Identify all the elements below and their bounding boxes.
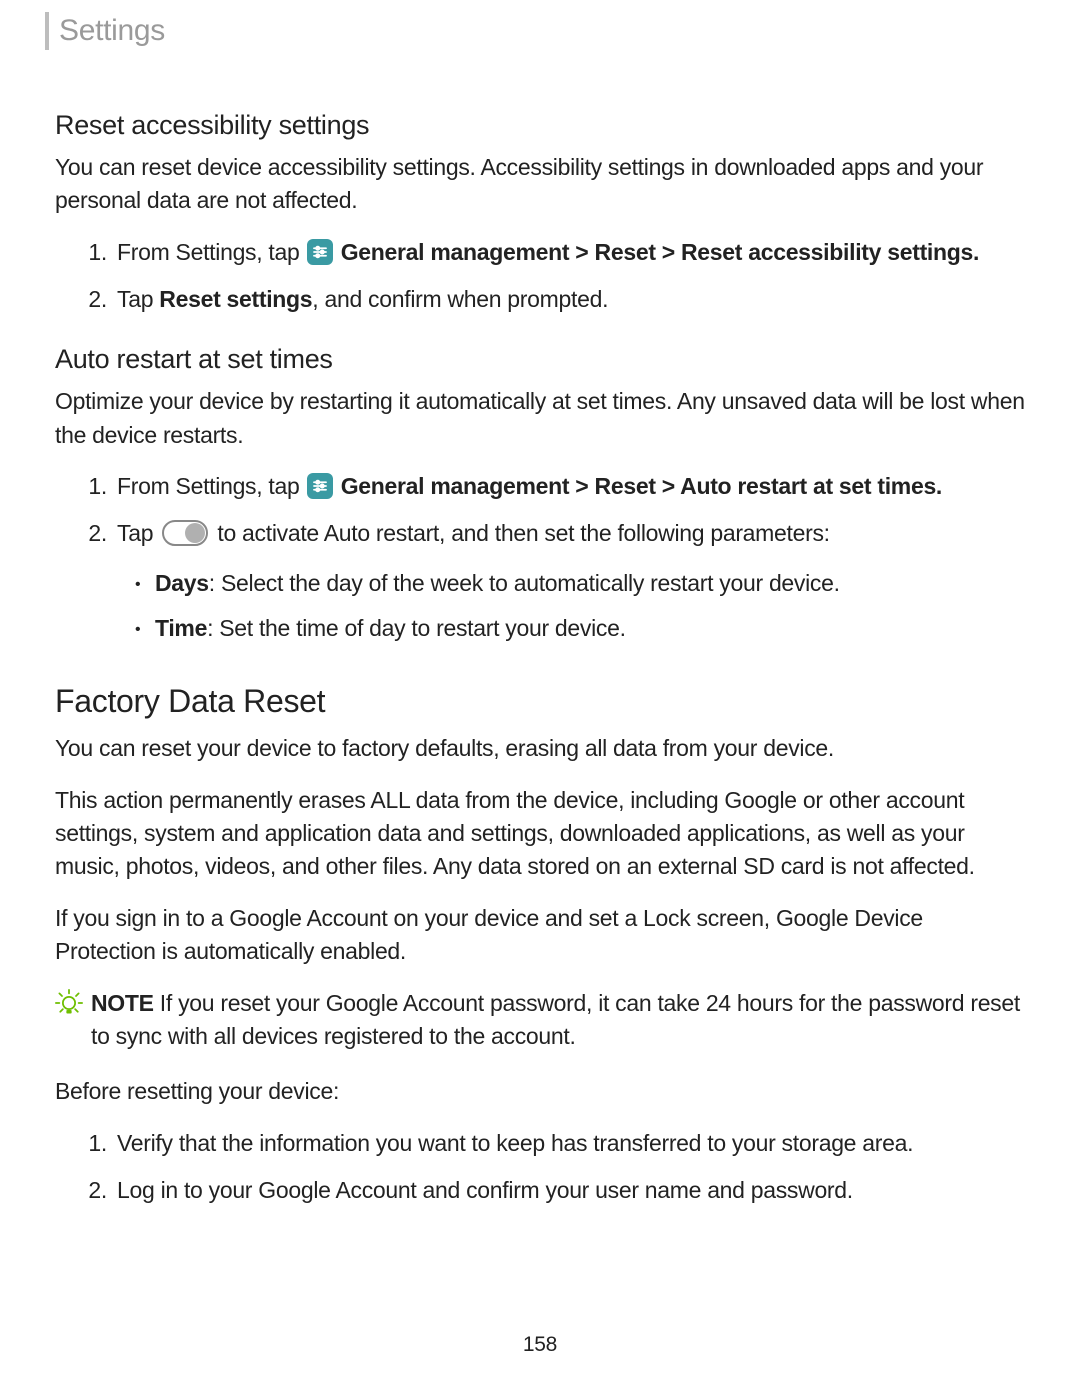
list-item: Tap to activate Auto restart, and then s… (113, 517, 1025, 645)
factory-reset-p2: This action permanently erases ALL data … (55, 784, 1025, 884)
note-block: NOTE If you reset your Google Account pa… (55, 987, 1025, 1054)
list-item: Tap Reset settings, and confirm when pro… (113, 283, 1025, 316)
general-management-icon (307, 239, 333, 265)
text: From Settings, tap (117, 473, 306, 499)
text: From Settings, tap (117, 239, 306, 265)
list-item: Log in to your Google Account and confir… (113, 1174, 1025, 1207)
auto-restart-intro: Optimize your device by restarting it au… (55, 385, 1025, 452)
heading-factory-data-reset: Factory Data Reset (55, 683, 1025, 720)
bold-text: Reset settings (159, 286, 312, 312)
page-number: 158 (0, 1333, 1080, 1357)
factory-reset-p1: You can reset your device to factory def… (55, 732, 1025, 765)
general-management-icon (307, 473, 333, 499)
page-header: Settings (45, 0, 1025, 50)
header-accent-bar (45, 12, 49, 50)
list-item: From Settings, tap General management > … (113, 470, 1025, 503)
auto-restart-params: Days: Select the day of the week to auto… (117, 567, 1025, 646)
text: Tap (117, 520, 159, 546)
before-reset-steps: Verify that the information you want to … (55, 1127, 1025, 1208)
heading-auto-restart: Auto restart at set times (55, 344, 1025, 375)
nav-path: General management > Reset > Reset acces… (335, 239, 979, 265)
text: , and confirm when prompted. (312, 286, 608, 312)
heading-reset-accessibility: Reset accessibility settings (55, 110, 1025, 141)
before-resetting-text: Before resetting your device: (55, 1075, 1025, 1108)
list-item: Days: Select the day of the week to auto… (155, 567, 1025, 600)
factory-reset-p3: If you sign in to a Google Account on yo… (55, 902, 1025, 969)
toggle-off-icon (162, 520, 208, 546)
text: : Select the day of the week to automati… (209, 570, 840, 596)
text: to activate Auto restart, and then set t… (211, 520, 829, 546)
tip-lightbulb-icon (55, 989, 83, 1022)
text: Tap (117, 286, 159, 312)
list-item: Verify that the information you want to … (113, 1127, 1025, 1160)
header-title: Settings (59, 14, 165, 48)
note-label: NOTE (91, 990, 154, 1016)
bold-text: Days (155, 570, 209, 596)
list-item: From Settings, tap General management > … (113, 236, 1025, 269)
text: : Set the time of day to restart your de… (207, 615, 626, 641)
reset-accessibility-steps: From Settings, tap General management > … (55, 236, 1025, 317)
auto-restart-steps: From Settings, tap General management > … (55, 470, 1025, 645)
nav-path: General management > Reset > Auto restar… (335, 473, 942, 499)
list-item: Time: Set the time of day to restart you… (155, 612, 1025, 645)
note-text: NOTE If you reset your Google Account pa… (91, 987, 1025, 1054)
text: If you reset your Google Account passwor… (91, 990, 1020, 1049)
bold-text: Time (155, 615, 207, 641)
reset-accessibility-intro: You can reset device accessibility setti… (55, 151, 1025, 218)
